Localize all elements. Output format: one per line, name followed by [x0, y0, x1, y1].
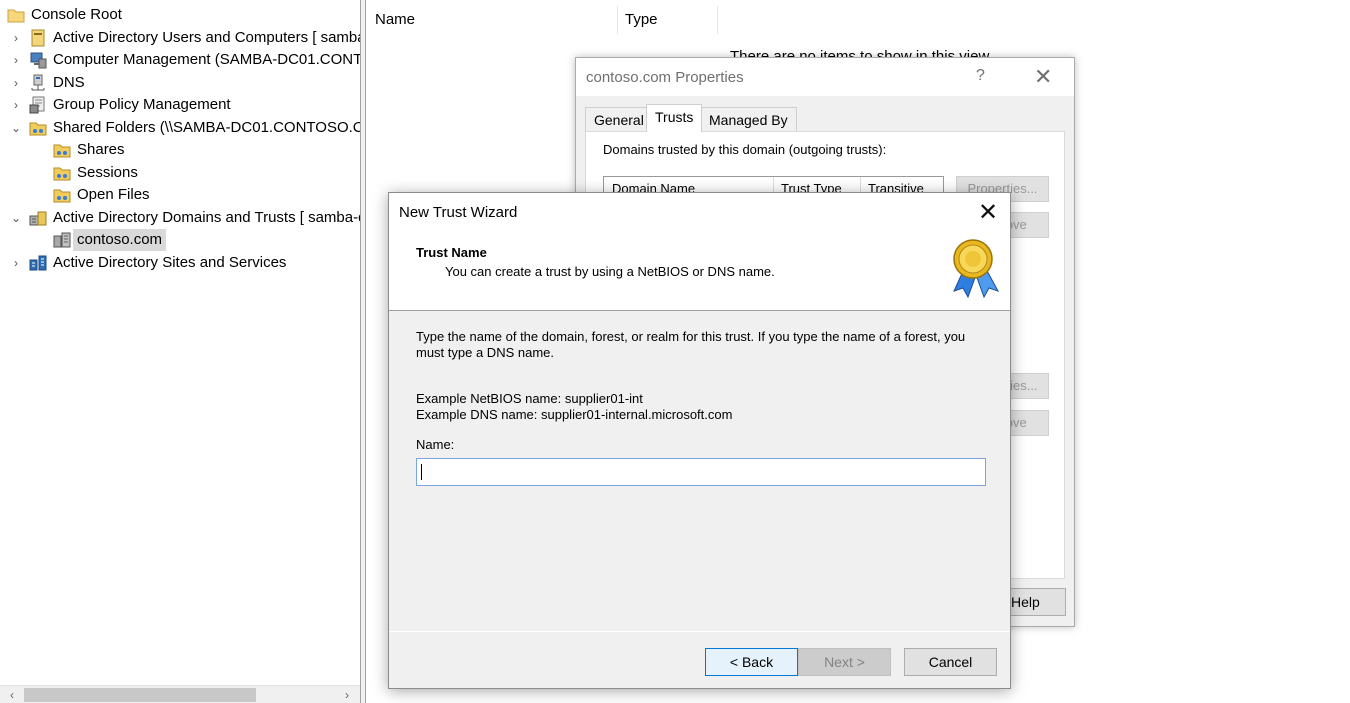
- trust-name-input[interactable]: [416, 458, 986, 486]
- tree-item-label: Active Directory Sites and Services: [53, 254, 287, 271]
- new-trust-wizard[interactable]: New Trust Wizard ✕ Trust Name You can cr…: [388, 192, 1011, 689]
- chevron-right-icon[interactable]: ›: [9, 31, 23, 45]
- shared-folders-icon: [29, 119, 47, 137]
- tree-item-label: Open Files: [77, 186, 150, 203]
- award-medal-icon: [946, 235, 1008, 299]
- chevron-down-icon[interactable]: ⌄: [9, 121, 23, 135]
- tab-trusts[interactable]: Trusts: [646, 104, 703, 132]
- tree-item-sites-services[interactable]: › Active Directory Sites and Services: [9, 252, 286, 274]
- wizard-header: Trust Name You can create a trust by usi…: [389, 233, 1010, 311]
- console-tree[interactable]: Console Root › Active Directory Users an…: [0, 0, 361, 703]
- tree-item-label: Console Root: [31, 6, 122, 23]
- text-caret: [421, 464, 422, 480]
- tree-item-shares[interactable]: Shares: [53, 139, 125, 161]
- wizard-step-title: Trust Name: [416, 245, 487, 260]
- sessions-icon: [53, 164, 71, 182]
- domains-trusts-icon: [29, 209, 47, 227]
- column-header-type[interactable]: Type: [616, 6, 718, 34]
- tree-item-label: contoso.com: [73, 229, 167, 251]
- chevron-right-icon[interactable]: ›: [9, 53, 23, 67]
- close-icon[interactable]: ✕: [978, 200, 998, 226]
- sites-services-icon: [29, 254, 47, 272]
- tab-general[interactable]: General: [585, 107, 653, 131]
- ad-users-icon: [29, 29, 47, 47]
- tree-item-label: Computer Management (SAMBA-DC01.CONTO: [53, 51, 361, 68]
- example-dns-text: Example DNS name: supplier01-internal.mi…: [416, 407, 733, 422]
- tree-item-label: Sessions: [77, 164, 138, 181]
- group-policy-icon: [29, 96, 47, 114]
- chevron-right-icon[interactable]: ›: [9, 256, 23, 270]
- tree-item-label: Active Directory Users and Computers [ s…: [53, 29, 361, 46]
- tree-item-group-policy[interactable]: › Group Policy Management: [9, 94, 231, 116]
- instruction-text-line2: must type a DNS name.: [416, 345, 554, 360]
- cancel-button[interactable]: Cancel: [904, 648, 997, 676]
- back-button[interactable]: < Back: [705, 648, 798, 676]
- example-netbios-text: Example NetBIOS name: supplier01-int: [416, 391, 643, 406]
- instruction-text-line1: Type the name of the domain, forest, or …: [416, 329, 966, 344]
- wizard-step-subtitle: You can create a trust by using a NetBIO…: [445, 264, 775, 279]
- tab-managed-by[interactable]: Managed By: [700, 107, 797, 131]
- tree-item-domains-trusts[interactable]: ⌄ Active Directory Domains and Trusts [ …: [9, 207, 361, 229]
- chevron-down-icon[interactable]: ⌄: [9, 211, 23, 225]
- domain-icon: [53, 231, 71, 249]
- open-files-icon: [53, 186, 71, 204]
- tree-item-contoso-com[interactable]: contoso.com: [53, 229, 167, 251]
- tree-item-ad-users[interactable]: › Active Directory Users and Computers […: [9, 27, 361, 49]
- close-icon[interactable]: ✕: [1034, 65, 1052, 89]
- scrollbar-thumb[interactable]: [24, 688, 256, 702]
- tree-item-console-root[interactable]: Console Root: [7, 4, 122, 26]
- tree-item-computer-management[interactable]: › Computer Management (SAMBA-DC01.CONTO: [9, 49, 361, 71]
- horizontal-scrollbar[interactable]: ‹ ›: [0, 685, 360, 703]
- help-icon[interactable]: ?: [976, 67, 985, 85]
- wizard-titlebar[interactable]: New Trust Wizard ✕: [389, 193, 1010, 233]
- chevron-right-icon[interactable]: ›: [9, 76, 23, 90]
- outgoing-trusts-label: Domains trusted by this domain (outgoing…: [603, 142, 887, 157]
- next-button[interactable]: Next >: [798, 648, 891, 676]
- tree-item-sessions[interactable]: Sessions: [53, 162, 138, 184]
- wizard-divider: [389, 631, 1010, 632]
- shares-icon: [53, 141, 71, 159]
- column-header-name[interactable]: Name: [366, 6, 618, 34]
- tree-item-label: Shares: [77, 141, 125, 158]
- tree-item-label: DNS: [53, 74, 85, 91]
- scroll-left-icon[interactable]: ‹: [3, 686, 21, 703]
- computer-management-icon: [29, 51, 47, 69]
- tree-item-label: Active Directory Domains and Trusts [ sa…: [53, 209, 361, 226]
- tree-item-shared-folders[interactable]: ⌄ Shared Folders (\\SAMBA-DC01.CONTOSO.C…: [9, 117, 361, 139]
- folder-icon: [7, 6, 25, 24]
- properties-titlebar[interactable]: contoso.com Properties ? ✕: [576, 58, 1074, 96]
- wizard-title: New Trust Wizard: [399, 204, 518, 221]
- chevron-right-icon[interactable]: ›: [9, 98, 23, 112]
- wizard-body: Type the name of the domain, forest, or …: [389, 312, 1010, 630]
- tree-item-label: Shared Folders (\\SAMBA-DC01.CONTOSO.COM: [53, 119, 361, 136]
- tree-item-dns[interactable]: › DNS: [9, 72, 85, 94]
- name-field-label: Name:: [416, 437, 455, 452]
- tree-item-open-files[interactable]: Open Files: [53, 184, 150, 206]
- scroll-right-icon[interactable]: ›: [338, 686, 356, 703]
- properties-title: contoso.com Properties: [586, 69, 744, 86]
- tree-item-label: Group Policy Management: [53, 96, 231, 113]
- dns-icon: [29, 74, 47, 92]
